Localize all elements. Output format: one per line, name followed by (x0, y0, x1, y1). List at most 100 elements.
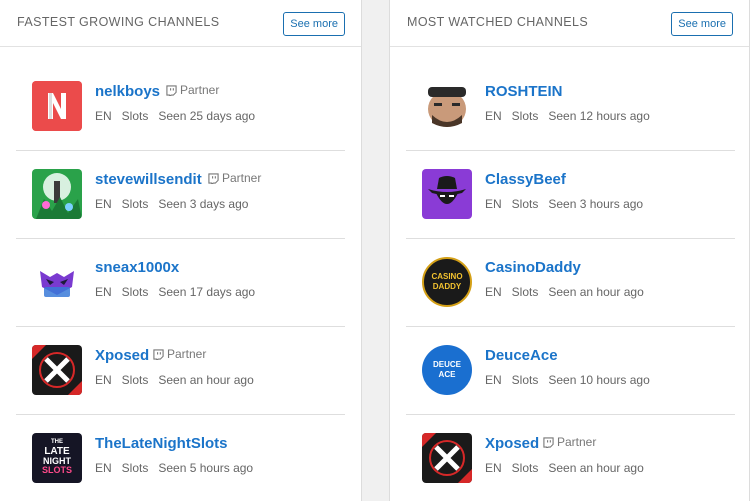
channel-row[interactable]: stevewillsendit Partner EN Slots Seen 3 da… (16, 151, 345, 239)
channel-category: Slots (511, 109, 539, 123)
channel-name[interactable]: ClassyBeef (485, 171, 566, 188)
channel-language: EN (485, 197, 502, 211)
channel-meta: EN Slots Seen 3 days ago (95, 197, 258, 211)
panel-title: FASTEST GROWING CHANNELS (17, 15, 220, 29)
deuce-ace-avatar-text: DEUCE ACE (432, 360, 461, 379)
partner-badge: Partner (153, 347, 206, 361)
channel-name[interactable]: sneax1000x (95, 259, 179, 276)
channel-category: Slots (121, 373, 149, 387)
xposed-logo-icon (32, 345, 82, 395)
channel-avatar[interactable]: DEUCE ACE (422, 345, 472, 395)
nelk-logo-icon (32, 81, 82, 131)
twitch-icon (208, 172, 219, 184)
channel-category: Slots (121, 461, 149, 475)
twitch-icon (543, 436, 554, 448)
channel-language: EN (95, 197, 112, 211)
channel-category: Slots (511, 373, 539, 387)
cowboy-avatar-icon (422, 169, 472, 219)
channel-meta: EN Slots Seen 17 days ago (95, 285, 265, 299)
channel-language: EN (95, 285, 112, 299)
channel-name[interactable]: ROSHTEIN (485, 83, 563, 100)
channel-category: Slots (121, 109, 149, 123)
partner-label: Partner (180, 83, 220, 97)
channel-avatar[interactable] (422, 81, 472, 131)
channel-language: EN (95, 461, 112, 475)
channel-last-seen: Seen 25 days ago (158, 109, 256, 123)
panel-title: MOST WATCHED CHANNELS (407, 15, 589, 29)
channel-avatar[interactable] (32, 345, 82, 395)
channel-row[interactable]: Xposed Partner EN Slots Seen an hour ago (406, 415, 735, 501)
channel-avatar[interactable] (32, 169, 82, 219)
channel-category: Slots (511, 285, 539, 299)
xposed-logo-icon (422, 433, 472, 483)
channel-avatar[interactable]: CASINO DADDY (422, 257, 472, 307)
channel-meta: EN Slots Seen 12 hours ago (485, 109, 660, 123)
channel-name[interactable]: TheLateNightSlots (95, 435, 228, 452)
channel-row[interactable]: DEUCE ACE DeuceAce EN Slots Seen 10 hours … (406, 327, 735, 415)
channel-meta: EN Slots Seen 3 hours ago (485, 197, 653, 211)
channel-row[interactable]: THE LATE NIGHT SLOTS TheLateNightSlots E… (16, 415, 345, 501)
channel-language: EN (485, 285, 502, 299)
channel-last-seen: Seen 3 hours ago (548, 197, 644, 211)
late-night-avatar-text: THE LATE NIGHT SLOTS (41, 439, 72, 475)
partner-label: Partner (557, 435, 597, 449)
channel-meta: EN Slots Seen an hour ago (485, 461, 654, 475)
channel-row[interactable]: ROSHTEIN EN Slots Seen 12 hours ago (406, 63, 735, 151)
channel-meta: EN Slots Seen 5 hours ago (95, 461, 263, 475)
channel-last-seen: Seen 10 hours ago (548, 373, 650, 387)
channel-category: Slots (511, 461, 539, 475)
channel-name[interactable]: Xposed (485, 435, 539, 452)
channel-meta: EN Slots Seen an hour ago (485, 285, 654, 299)
panel-header: FASTEST GROWING CHANNELS See more (0, 0, 361, 47)
channel-row[interactable]: CASINO DADDY CasinoDaddy EN Slots Seen an … (406, 239, 735, 327)
twitch-icon (153, 348, 164, 360)
channel-row[interactable]: nelkboys Partner EN Slots Seen 25 days ago (16, 63, 345, 151)
channel-last-seen: Seen an hour ago (548, 461, 644, 475)
see-more-button[interactable]: See more (283, 12, 345, 36)
channel-last-seen: Seen 12 hours ago (548, 109, 650, 123)
channel-name[interactable]: DeuceAce (485, 347, 558, 364)
channel-language: EN (485, 461, 502, 475)
channel-row[interactable]: ClassyBeef EN Slots Seen 3 hours ago (406, 151, 735, 239)
channel-row[interactable]: sneax1000x EN Slots Seen 17 days ago (16, 239, 345, 327)
roshtein-avatar-icon (422, 81, 472, 131)
channel-category: Slots (121, 197, 149, 211)
partner-label: Partner (167, 347, 207, 361)
channel-name[interactable]: nelkboys (95, 83, 160, 100)
partner-badge: Partner (208, 171, 261, 185)
steve-avatar-icon (32, 169, 82, 219)
channel-meta: EN Slots Seen 10 hours ago (485, 373, 660, 387)
casino-daddy-avatar-text: CASINO DADDY (431, 272, 463, 291)
channel-row[interactable]: Xposed Partner EN Slots Seen an hour ago (16, 327, 345, 415)
channel-last-seen: Seen 3 days ago (158, 197, 249, 211)
channel-category: Slots (511, 197, 539, 211)
channel-meta: EN Slots Seen 25 days ago (95, 109, 265, 123)
twitch-icon (166, 84, 177, 96)
channel-avatar[interactable] (32, 257, 82, 307)
partner-badge: Partner (543, 435, 596, 449)
sneax-avatar-icon (32, 257, 82, 307)
channel-category: Slots (121, 285, 149, 299)
channel-language: EN (485, 109, 502, 123)
panel-header: MOST WATCHED CHANNELS See more (390, 0, 749, 47)
most-watched-panel: MOST WATCHED CHANNELS See more ROSHTEIN … (389, 0, 750, 501)
channel-last-seen: Seen 17 days ago (158, 285, 256, 299)
channel-last-seen: Seen an hour ago (548, 285, 644, 299)
fastest-growing-panel: FASTEST GROWING CHANNELS See more nelkbo… (0, 0, 362, 501)
channel-last-seen: Seen 5 hours ago (158, 461, 254, 475)
channel-language: EN (485, 373, 502, 387)
partner-badge: Partner (166, 83, 219, 97)
channel-name[interactable]: CasinoDaddy (485, 259, 581, 276)
channel-avatar[interactable] (422, 169, 472, 219)
partner-label: Partner (222, 171, 262, 185)
channel-avatar[interactable] (32, 81, 82, 131)
channel-last-seen: Seen an hour ago (158, 373, 254, 387)
channel-avatar[interactable] (422, 433, 472, 483)
channel-language: EN (95, 373, 112, 387)
channel-name[interactable]: Xposed (95, 347, 149, 364)
channel-language: EN (95, 109, 112, 123)
channel-meta: EN Slots Seen an hour ago (95, 373, 264, 387)
channel-avatar[interactable]: THE LATE NIGHT SLOTS (32, 433, 82, 483)
channel-name[interactable]: stevewillsendit (95, 171, 202, 188)
see-more-button[interactable]: See more (671, 12, 733, 36)
